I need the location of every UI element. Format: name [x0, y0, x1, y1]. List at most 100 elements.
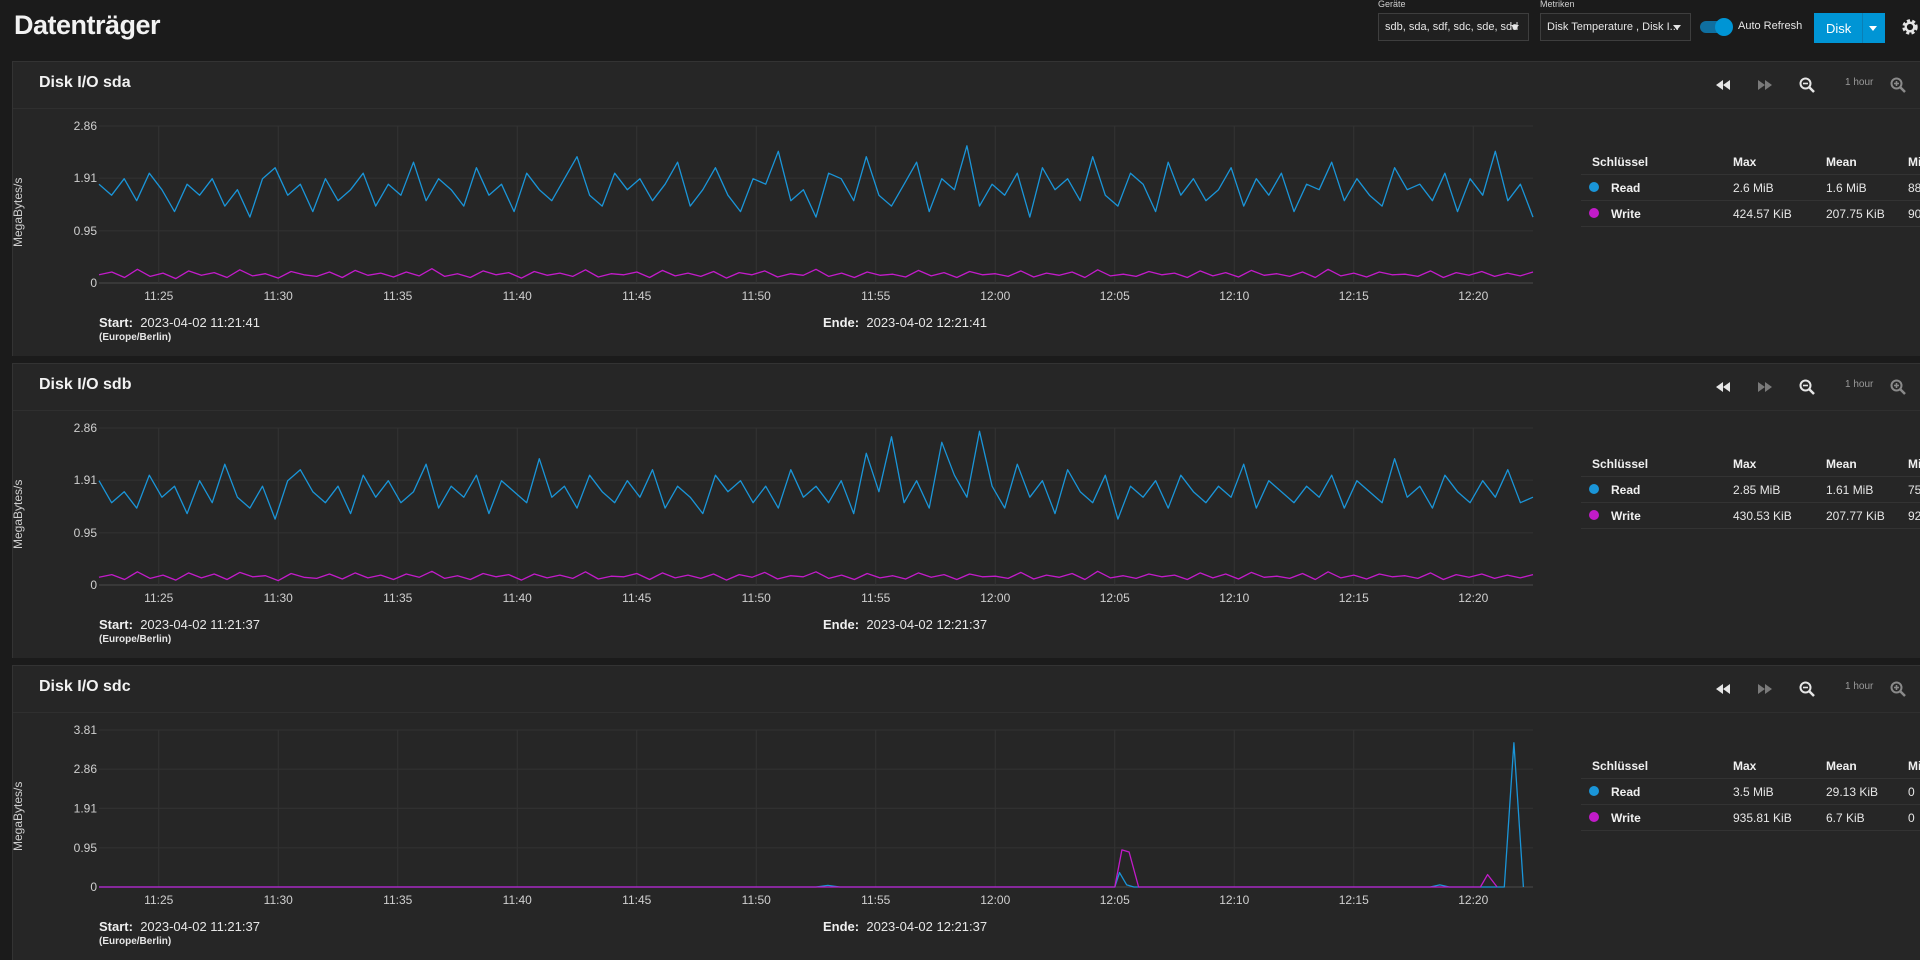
auto-refresh-label: Auto Refresh — [1738, 20, 1803, 32]
zoom-in-icon[interactable] — [1889, 76, 1907, 94]
x-tick-label: 11:55 — [861, 289, 890, 303]
chevron-down-icon — [1511, 25, 1519, 30]
fast-forward-icon[interactable] — [1756, 680, 1774, 698]
y-tick-label: 0.95 — [74, 841, 98, 855]
legend-header-min: Min — [1908, 155, 1920, 169]
gear-icon[interactable] — [1900, 17, 1920, 37]
start-label: Start: — [99, 315, 133, 330]
series-line-read — [98, 145, 1534, 218]
metrics-select-value: Disk Temperature , Disk I... — [1547, 21, 1679, 33]
y-tick-label: 0 — [90, 880, 97, 894]
x-tick-label: 11:30 — [264, 289, 293, 303]
legend-row[interactable]: Read 2.6 MiB 1.6 MiB 883.23 KiB — [1581, 174, 1920, 201]
legend-series-name: Write — [1611, 207, 1641, 221]
x-tick-label: 12:00 — [980, 591, 1010, 605]
legend-mean: 29.13 KiB — [1826, 785, 1879, 799]
chart-panel: Disk I/O sdb 1 hour 0 0.95 1.91 2.86 11:25 11… — [11, 363, 1920, 658]
metrics-select[interactable]: Disk Temperature , Disk I... — [1540, 13, 1691, 41]
y-tick-label: 0.95 — [74, 526, 98, 540]
x-tick-label: 12:10 — [1219, 893, 1249, 907]
legend-row[interactable]: Write 424.57 KiB 207.75 KiB 90.24 KiB — [1581, 200, 1920, 227]
rewind-icon[interactable] — [1714, 378, 1732, 396]
start-time: Start: 2023-04-02 11:21:37 — [99, 919, 260, 934]
end-value: 2023-04-02 12:21:37 — [866, 617, 988, 632]
devices-select-value: sdb, sda, sdf, sdc, sde, sdd — [1385, 21, 1519, 33]
metrics-label: Metriken — [1540, 0, 1575, 9]
x-tick-label: 11:50 — [742, 893, 771, 907]
y-tick-label: 2.86 — [74, 119, 98, 133]
x-tick-label: 12:15 — [1339, 591, 1369, 605]
end-time: Ende: 2023-04-02 12:21:37 — [823, 919, 987, 934]
legend-header-max: Max — [1733, 759, 1757, 773]
legend-mean: 1.6 MiB — [1826, 181, 1867, 195]
x-tick-label: 12:20 — [1458, 893, 1488, 907]
chevron-down-icon[interactable] — [1869, 26, 1877, 31]
series-line-write — [99, 849, 1498, 888]
start-value: 2023-04-02 11:21:37 — [140, 617, 260, 632]
panel-title: Disk I/O sda — [39, 74, 131, 91]
x-tick-label: 12:20 — [1458, 289, 1488, 303]
legend-row[interactable]: Read 3.5 MiB 29.13 KiB 0 — [1581, 778, 1920, 805]
rewind-icon[interactable] — [1714, 680, 1732, 698]
legend-max: 2.85 MiB — [1733, 483, 1781, 497]
legend-header-mean: Mean — [1826, 457, 1857, 471]
toggle-knob — [1715, 18, 1733, 36]
legend-min: 92.4 KiB — [1908, 509, 1920, 523]
x-tick-label: 12:10 — [1219, 591, 1249, 605]
series-color-dot — [1589, 510, 1599, 520]
auto-refresh-toggle[interactable] — [1700, 18, 1733, 36]
timezone: (Europe/Berlin) — [99, 634, 172, 645]
fast-forward-icon[interactable] — [1756, 378, 1774, 396]
zoom-in-icon[interactable] — [1889, 680, 1907, 698]
timezone: (Europe/Berlin) — [99, 936, 172, 947]
devices-select[interactable]: sdb, sda, sdf, sdc, sde, sdd — [1378, 13, 1529, 41]
series-line-read — [99, 742, 1525, 888]
x-tick-label: 11:30 — [264, 591, 293, 605]
start-label: Start: — [99, 617, 133, 632]
legend-mean: 1.61 MiB — [1826, 483, 1874, 497]
x-tick-label: 11:35 — [383, 289, 412, 303]
y-tick-label: 1.91 — [74, 473, 98, 487]
line-chart[interactable]: 0 0.95 1.91 2.86 11:25 11:30 11:35 11:40 11:45 11… — [13, 412, 1553, 612]
zoom-in-icon[interactable] — [1889, 378, 1907, 396]
end-value: 2023-04-02 12:21:41 — [866, 315, 988, 330]
y-tick-label: 0.95 — [74, 224, 98, 238]
line-chart[interactable]: 0 0.95 1.91 2.86 11:25 11:30 11:35 11:40 11:45 11… — [13, 110, 1553, 310]
fast-forward-icon[interactable] — [1756, 76, 1774, 94]
legend-series-name: Read — [1611, 483, 1641, 497]
x-tick-label: 12:05 — [1100, 591, 1130, 605]
legend-min: 0 — [1908, 811, 1915, 825]
legend-min: 883.23 KiB — [1908, 181, 1920, 195]
end-time: Ende: 2023-04-02 12:21:37 — [823, 617, 987, 632]
y-tick-label: 2.86 — [74, 421, 98, 435]
zoom-out-icon[interactable] — [1798, 680, 1816, 698]
y-tick-label: 0 — [90, 578, 97, 592]
start-label: Start: — [99, 919, 133, 934]
rewind-icon[interactable] — [1714, 76, 1732, 94]
legend-row[interactable]: Write 935.81 KiB 6.7 KiB 0 — [1581, 804, 1920, 831]
end-label: Ende: — [823, 315, 860, 330]
legend-row[interactable]: Write 430.53 KiB 207.77 KiB 92.4 KiB — [1581, 502, 1920, 529]
start-time: Start: 2023-04-02 11:21:37 — [99, 617, 260, 632]
series-color-dot — [1589, 208, 1599, 218]
disk-button[interactable]: Disk — [1814, 13, 1885, 43]
x-tick-label: 11:55 — [861, 591, 890, 605]
start-value: 2023-04-02 11:21:37 — [140, 919, 260, 934]
x-tick-label: 11:35 — [383, 591, 412, 605]
legend-max: 2.6 MiB — [1733, 181, 1774, 195]
legend-max: 3.5 MiB — [1733, 785, 1774, 799]
legend-header-mean: Mean — [1826, 155, 1857, 169]
x-tick-label: 12:15 — [1339, 893, 1369, 907]
legend-header-key: Schlüssel — [1592, 759, 1649, 773]
devices-label: Geräte — [1378, 0, 1406, 9]
zoom-out-icon[interactable] — [1798, 76, 1816, 94]
panel-divider — [13, 108, 1920, 109]
legend-mean: 207.77 KiB — [1826, 509, 1885, 523]
legend-header-min: Min — [1908, 457, 1920, 471]
line-chart[interactable]: 0 0.95 1.91 2.86 3.81 11:25 11:30 11:35 11:40 11:… — [13, 714, 1553, 914]
x-tick-label: 11:25 — [144, 893, 173, 907]
legend-min: 753.22 KiB — [1908, 483, 1920, 497]
legend-row[interactable]: Read 2.85 MiB 1.61 MiB 753.22 KiB — [1581, 476, 1920, 503]
page-title: Datenträger — [14, 10, 161, 40]
zoom-out-icon[interactable] — [1798, 378, 1816, 396]
